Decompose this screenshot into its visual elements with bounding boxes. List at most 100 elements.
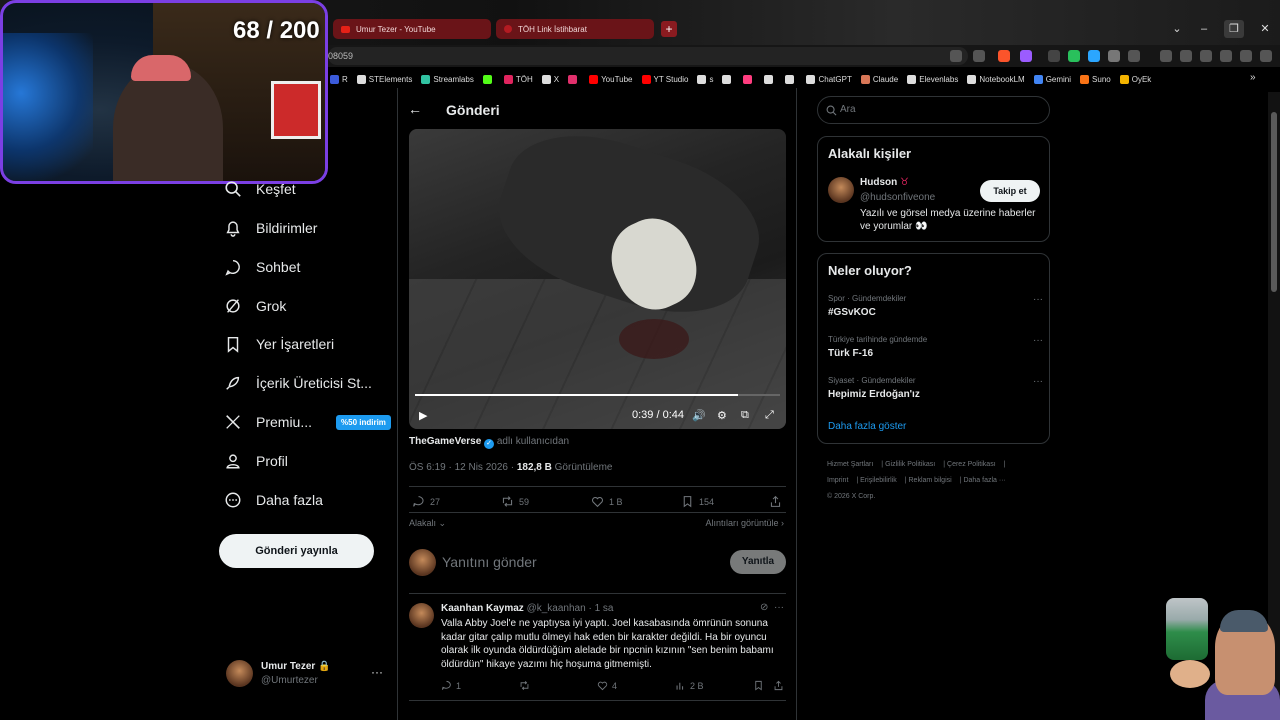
bookmark-item[interactable]: Elevenlabs (907, 74, 958, 84)
views-action[interactable]: 2 B (675, 680, 704, 691)
brave-rewards-icon[interactable] (1020, 50, 1032, 62)
bookmark-item[interactable] (722, 74, 734, 84)
new-tab-button[interactable]: + (661, 21, 677, 37)
reply-sort-dropdown[interactable]: Alakalı ⌄ (409, 518, 446, 529)
bookmark-item[interactable]: s (697, 74, 713, 84)
vpn-icon[interactable] (1240, 50, 1252, 62)
screen-cast-icon[interactable] (950, 50, 962, 62)
repost-action[interactable] (519, 680, 530, 691)
nav-explore[interactable]: Keşfet (224, 177, 296, 201)
footer-link[interactable]: Hizmet Şartları (827, 461, 873, 468)
bookmark-item[interactable]: YouTube (589, 74, 633, 84)
tab-toh[interactable]: TÖH Link İstihbarat (496, 19, 654, 39)
view-quotes-link[interactable]: Alıntıları görüntüle › (705, 518, 784, 528)
bookmark-item[interactable]: Claude (860, 74, 898, 84)
tab-list-chevron-icon[interactable]: ⌄ (1167, 20, 1187, 38)
video-player[interactable]: ▶ 0:39 / 0:44 🔊 ⚙ ⧉ ⤢ (409, 129, 786, 429)
bookmark-item[interactable]: OyEk (1119, 74, 1151, 84)
bookmark-item[interactable]: R (330, 74, 348, 84)
trend-item[interactable]: Türkiye tarihinde gündemde Türk F-16 ··· (828, 335, 1043, 359)
share-action[interactable] (769, 495, 782, 508)
menu-icon[interactable] (1260, 50, 1272, 62)
bookmark-item[interactable] (568, 74, 580, 84)
avatar[interactable] (828, 177, 854, 203)
fullscreen-icon[interactable]: ⤢ (765, 409, 774, 422)
restore-icon[interactable]: ❐ (1224, 20, 1244, 38)
nav-grok[interactable]: Grok (224, 294, 286, 318)
post-button[interactable]: Gönderi yayınla (219, 534, 374, 568)
reply-author-name[interactable]: Kaanhan Kaymaz (441, 603, 524, 614)
post-timestamp[interactable]: ÖS 6:19 · 12 Nis 2026 · (409, 462, 517, 473)
more-icon[interactable]: ··· (1033, 294, 1043, 305)
trend-item[interactable]: Spor · Gündemdekiler #GSvKOC ··· (828, 294, 1043, 318)
scrollbar-thumb[interactable] (1271, 112, 1277, 292)
play-icon[interactable]: ▶ (419, 409, 427, 422)
extension-icon[interactable] (1128, 50, 1140, 62)
more-icon[interactable]: ··· (774, 602, 784, 613)
footer-link[interactable]: Reklam bilgisi (909, 477, 952, 484)
bookmark-item[interactable] (764, 74, 776, 84)
trend-item[interactable]: Siyaset · Gündemdekiler Hepimiz Erdoğan'… (828, 376, 1043, 400)
back-arrow-icon[interactable]: ← (408, 101, 422, 117)
sidebar-icon[interactable] (1180, 50, 1192, 62)
bookmark-item[interactable]: YT Studio (641, 74, 688, 84)
extension-icon[interactable] (1088, 50, 1100, 62)
account-switcher[interactable]: Umur Tezer 🔒 @Umurtezer ··· (226, 659, 386, 689)
nav-more[interactable]: Daha fazla (224, 488, 323, 512)
suggested-user-name[interactable]: Hudson ♉ (860, 177, 909, 188)
video-progress-bar[interactable] (415, 394, 780, 396)
bookmark-item[interactable] (743, 74, 755, 84)
nav-chat[interactable]: Sohbet (224, 255, 300, 279)
close-window-icon[interactable]: ✕ (1255, 20, 1275, 38)
reply-action[interactable]: 1 (441, 680, 461, 691)
bookmark-item[interactable]: Streamlabs (421, 74, 474, 84)
bookmark-action[interactable] (753, 680, 764, 691)
grok-icon[interactable]: ⊘ (760, 602, 768, 613)
brave-shield-icon[interactable] (998, 50, 1010, 62)
share-action[interactable] (773, 680, 784, 691)
bookmarks-overflow-icon[interactable]: » (1250, 72, 1256, 83)
music-icon[interactable] (1160, 50, 1172, 62)
ai-icon[interactable] (1220, 50, 1232, 62)
reply-input[interactable]: Yanıtını gönder (442, 554, 537, 570)
share-icon[interactable] (973, 50, 985, 62)
bookmark-item[interactable]: ChatGPT (806, 74, 852, 84)
show-more-link[interactable]: Daha fazla göster (828, 421, 906, 432)
footer-link[interactable]: Erişilebilirlik (860, 477, 897, 484)
more-icon[interactable]: ··· (1033, 335, 1043, 346)
tab-youtube[interactable]: Umur Tezer - YouTube (333, 19, 491, 39)
bookmark-item[interactable] (785, 74, 797, 84)
puzzle-icon[interactable] (1108, 50, 1120, 62)
extension-icon[interactable] (1048, 50, 1060, 62)
bookmark-item[interactable]: STElements (356, 74, 412, 84)
settings-gear-icon[interactable]: ⚙ (717, 409, 727, 422)
follow-button[interactable]: Takip et (980, 180, 1040, 202)
more-icon[interactable]: ··· (371, 665, 383, 679)
bookmark-item[interactable] (482, 74, 495, 84)
reply-tweet[interactable]: Kaanhan Kaymaz @k_kaanhan · 1 sa ⊘ ··· V… (409, 601, 786, 701)
bookmark-item[interactable]: NotebookLM (967, 74, 1025, 84)
bookmark-action[interactable]: 154 (681, 495, 714, 508)
nav-premium[interactable]: Premiu... %50 indirim (224, 410, 391, 434)
nav-notifications[interactable]: Bildirimler (224, 216, 317, 240)
footer-link[interactable]: Daha fazla ··· (963, 477, 1005, 484)
bookmark-item[interactable]: Suno (1080, 74, 1111, 84)
minimize-icon[interactable]: – (1194, 20, 1214, 38)
wallet-icon[interactable] (1200, 50, 1212, 62)
extension-icon[interactable] (1068, 50, 1080, 62)
reply-button[interactable]: Yanıtla (730, 550, 786, 574)
like-action[interactable]: 4 (597, 680, 617, 691)
footer-link[interactable]: Çerez Politikası (947, 461, 996, 468)
nav-profile[interactable]: Profil (224, 449, 288, 473)
footer-link[interactable]: Gizlilik Politikası (885, 461, 935, 468)
author-name[interactable]: TheGameVerse (409, 436, 481, 447)
like-action[interactable]: 1 B (591, 495, 623, 508)
bookmark-item[interactable]: Gemini (1033, 74, 1071, 84)
footer-link[interactable]: Imprint (827, 477, 848, 484)
bookmark-item[interactable]: TÖH (503, 74, 533, 84)
search-input[interactable]: Ara (817, 96, 1050, 124)
volume-icon[interactable]: 🔊 (692, 409, 706, 422)
more-icon[interactable]: ··· (1033, 376, 1043, 387)
url-field[interactable]: 08059 (328, 47, 968, 65)
nav-creator-studio[interactable]: İçerik Üreticisi St... (224, 371, 372, 395)
